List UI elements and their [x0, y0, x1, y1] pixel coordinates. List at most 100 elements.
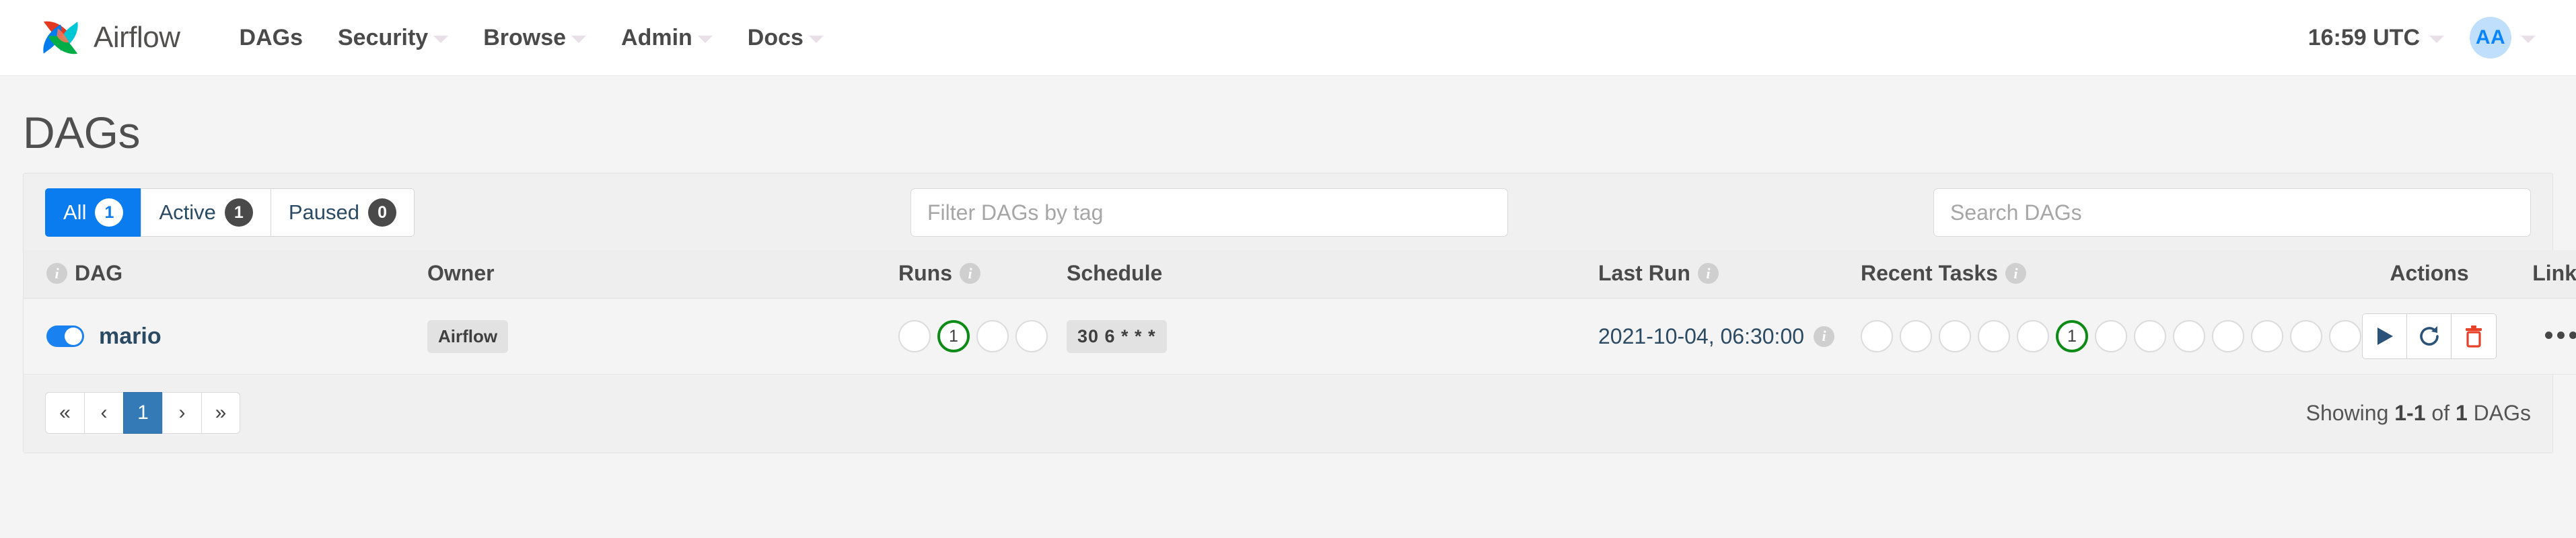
task-circle-3[interactable] [1978, 320, 2010, 352]
navbar-right: 16:59 UTC AA [2308, 17, 2536, 59]
header-dag-label: DAG [75, 261, 123, 285]
task-circle-8[interactable] [2173, 320, 2205, 352]
filter-all-count: 1 [95, 198, 124, 227]
next-page[interactable]: › [162, 392, 201, 434]
brand-home-link[interactable]: Airflow [37, 14, 180, 61]
showing-suffix: DAGs [2467, 400, 2531, 425]
header-runs[interactable]: Runs i [898, 250, 1067, 299]
task-circle-11[interactable] [2290, 320, 2322, 352]
chevron-down-icon [2521, 36, 2536, 43]
nav-label-docs: Docs [747, 24, 803, 50]
header-actions-label: Actions [2390, 261, 2469, 285]
info-icon[interactable]: i [960, 263, 980, 284]
dag-name-link[interactable]: mario [99, 323, 162, 350]
task-circle-5[interactable]: 1 [2056, 320, 2088, 352]
recent-tasks-circle-group: 1 [1861, 320, 2361, 352]
chevron-down-icon [697, 36, 713, 43]
run-circle-3[interactable] [1015, 320, 1048, 352]
header-schedule-label: Schedule [1067, 261, 1163, 285]
chevron-down-icon [2429, 36, 2444, 43]
cell-actions [2345, 298, 2513, 375]
schedule-badge[interactable]: 30 6 * * * [1067, 319, 1167, 353]
task-circle-2[interactable] [1939, 320, 1971, 352]
showing-prefix: Showing [2305, 400, 2395, 425]
header-links-label: Links [2532, 261, 2576, 285]
cell-recent-tasks: 1 [1861, 298, 2361, 375]
task-circle-7[interactable] [2134, 320, 2166, 352]
info-icon[interactable]: i [46, 263, 67, 284]
links-menu-button[interactable] [2544, 332, 2576, 339]
cell-dag: mario [24, 298, 427, 375]
page-body: DAGs All 1 Active 1 Paused 0 Filter DAGs… [0, 76, 2576, 538]
cell-links [2513, 298, 2576, 375]
header-runs-label: Runs [898, 261, 952, 285]
actions-button-group [2362, 313, 2497, 359]
filter-paused-button[interactable]: Paused 0 [270, 188, 415, 237]
timezone-selector[interactable]: 16:59 UTC [2308, 25, 2470, 51]
owner-badge[interactable]: Airflow [427, 319, 509, 353]
task-circle-1[interactable] [1900, 320, 1932, 352]
prev-page[interactable]: ‹ [84, 392, 123, 434]
filter-active-label: Active [159, 200, 216, 224]
chevron-down-icon [571, 36, 587, 43]
ellipsis-icon [2569, 332, 2576, 339]
run-circle-1[interactable]: 1 [937, 320, 970, 352]
showing-mid: of [2425, 400, 2456, 425]
dag-pause-toggle[interactable] [46, 325, 84, 347]
task-circle-9[interactable] [2212, 320, 2244, 352]
info-icon[interactable]: i [2005, 263, 2026, 284]
header-schedule[interactable]: Schedule [1067, 250, 1598, 299]
header-last-run[interactable]: Last Run i [1598, 250, 1861, 299]
tag-filter-input[interactable] [910, 188, 1508, 237]
first-page[interactable]: « [45, 392, 84, 434]
user-menu[interactable]: AA [2470, 17, 2536, 59]
table-row: mario Airflow 1 30 6 * * * 2021-10-04, 0… [24, 298, 2576, 375]
nav-item-dags[interactable]: DAGs [222, 25, 320, 51]
current-time-label: 16:59 UTC [2307, 24, 2420, 50]
cell-owner: Airflow [427, 298, 898, 375]
chevron-down-icon [433, 36, 449, 43]
task-circle-4[interactable] [2017, 320, 2049, 352]
task-circle-0[interactable] [1861, 320, 1893, 352]
nav-item-docs[interactable]: Docs [730, 25, 841, 51]
header-recent-tasks-label: Recent Tasks [1861, 261, 1998, 285]
refresh-icon [2419, 326, 2439, 346]
runs-circle-group: 1 [898, 320, 1067, 352]
nav-links: DAGs Security Browse Admin Docs [222, 25, 841, 51]
filter-active-button[interactable]: Active 1 [141, 188, 271, 237]
showing-total: 1 [2455, 400, 2468, 425]
brand-title: Airflow [94, 21, 180, 54]
task-circle-10[interactable] [2251, 320, 2283, 352]
filter-active-count: 1 [224, 198, 253, 227]
task-circle-12[interactable] [2329, 320, 2361, 352]
delete-dag-button[interactable] [2452, 314, 2496, 358]
header-owner[interactable]: Owner [427, 250, 898, 299]
nav-item-security[interactable]: Security [320, 25, 466, 51]
filter-paused-count: 0 [368, 198, 397, 227]
header-recent-tasks[interactable]: Recent Tasks i [1861, 250, 2345, 299]
info-icon[interactable]: i [1814, 325, 1835, 347]
refresh-dag-button[interactable] [2407, 314, 2452, 358]
task-circle-6[interactable] [2095, 320, 2127, 352]
nav-item-browse[interactable]: Browse [466, 25, 604, 51]
nav-label-dags: DAGs [239, 24, 303, 50]
showing-range: 1-1 [2394, 400, 2426, 425]
run-circle-2[interactable] [976, 320, 1009, 352]
last-run-link[interactable]: 2021-10-04, 06:30:00 [1598, 324, 1804, 349]
run-circle-0[interactable] [898, 320, 931, 352]
cell-runs: 1 [898, 298, 1067, 375]
filter-all-button[interactable]: All 1 [45, 188, 141, 237]
table-header-row: i DAG Owner Runs i Schedule Last Run i R… [24, 250, 2576, 299]
trigger-dag-button[interactable] [2363, 314, 2407, 358]
cell-last-run: 2021-10-04, 06:30:00 i [1598, 298, 1861, 375]
nav-label-admin: Admin [621, 24, 692, 50]
page-1[interactable]: 1 [123, 392, 162, 434]
nav-item-admin[interactable]: Admin [604, 25, 730, 51]
header-last-run-label: Last Run [1598, 261, 1690, 285]
last-page[interactable]: » [201, 392, 240, 434]
ellipsis-icon [2544, 332, 2552, 339]
airflow-logo-icon [43, 21, 78, 54]
header-dag[interactable]: i DAG [24, 250, 427, 299]
search-input[interactable] [1933, 188, 2531, 237]
info-icon[interactable]: i [1697, 263, 1719, 284]
